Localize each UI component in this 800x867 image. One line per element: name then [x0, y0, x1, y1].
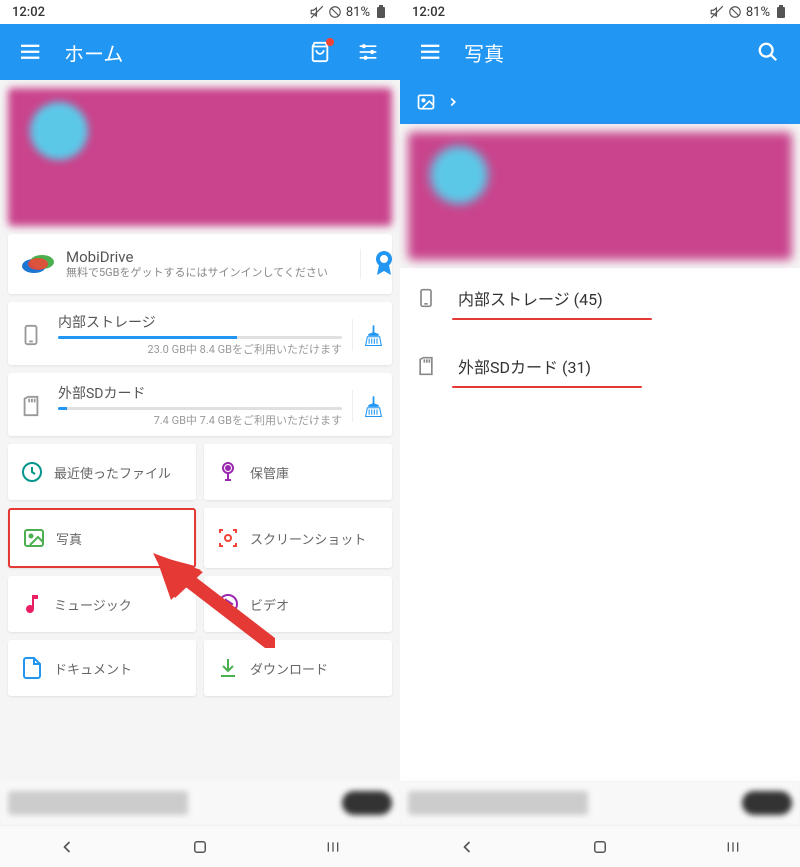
annotation-underline — [452, 318, 652, 320]
search-button[interactable] — [744, 28, 792, 76]
nav-bar — [0, 825, 400, 867]
grid-music[interactable]: ミュージック — [8, 576, 196, 632]
external-title: 外部SDカード — [58, 383, 342, 403]
phone-icon — [20, 321, 48, 349]
award-icon — [360, 249, 384, 279]
video-icon — [216, 592, 240, 616]
status-time: 12:02 — [412, 5, 445, 20]
shop-button[interactable] — [296, 28, 344, 76]
status-time: 12:02 — [12, 5, 45, 20]
nav-bar — [400, 825, 800, 867]
menu-button[interactable] — [8, 28, 56, 76]
grid-recent[interactable]: 最近使ったファイル — [8, 444, 196, 500]
grid-screenshot[interactable]: スクリーンショット — [204, 508, 392, 568]
sd-icon — [416, 354, 440, 378]
status-icons: 81% — [310, 5, 388, 20]
battery-text: 81% — [346, 5, 370, 20]
status-icons: 81% — [710, 5, 788, 20]
no-signal-icon — [328, 5, 342, 19]
app-bar-photos: 写真 — [400, 24, 800, 80]
grid-download[interactable]: ダウンロード — [204, 640, 392, 696]
mute-icon — [310, 5, 324, 19]
phone-icon — [416, 286, 440, 310]
internal-storage-card[interactable]: 内部ストレージ 23.0 GB中 8.4 GBをご利用いただけます — [8, 302, 392, 365]
nav-back[interactable] — [37, 832, 97, 862]
internal-title: 内部ストレージ — [58, 312, 342, 332]
screenshot-icon — [216, 526, 240, 550]
screen-home: 12:02 81% ホーム — [0, 0, 400, 867]
battery-icon — [774, 5, 788, 19]
nav-recent[interactable] — [703, 832, 763, 862]
promo-banner[interactable] — [8, 88, 392, 226]
external-storage-card[interactable]: 外部SDカード 7.4 GB中 7.4 GBをご利用いただけます — [8, 373, 392, 436]
internal-detail: 23.0 GB中 8.4 GBをご利用いただけます — [58, 341, 342, 357]
music-icon — [20, 592, 44, 616]
external-detail: 7.4 GB中 7.4 GBをご利用いただけます — [58, 412, 342, 428]
vault-icon — [216, 460, 240, 484]
clean-icon[interactable] — [352, 319, 384, 351]
sd-icon — [20, 392, 48, 420]
status-bar: 12:02 81% — [400, 0, 800, 24]
page-title: ホーム — [56, 38, 296, 67]
menu-button[interactable] — [408, 28, 456, 76]
ad-banner[interactable] — [400, 781, 800, 825]
nav-home[interactable] — [170, 832, 230, 862]
breadcrumb — [400, 80, 800, 124]
image-icon — [22, 526, 46, 550]
nav-home[interactable] — [570, 832, 630, 862]
page-title: 写真 — [456, 38, 744, 67]
mobidrive-card[interactable]: MobiDrive 無料で5GBをゲットするにはサインインしてください — [8, 234, 392, 294]
ad-banner[interactable] — [0, 781, 400, 825]
mobidrive-title: MobiDrive — [66, 248, 346, 266]
grid-document[interactable]: ドキュメント — [8, 640, 196, 696]
screen-photos: 12:02 81% 写真 — [400, 0, 800, 867]
app-bar-home: ホーム — [0, 24, 400, 80]
no-signal-icon — [728, 5, 742, 19]
grid-photos[interactable]: 写真 — [8, 508, 196, 568]
document-icon — [20, 656, 44, 680]
nav-back[interactable] — [437, 832, 497, 862]
chevron-right-icon — [446, 95, 460, 109]
promo-banner[interactable] — [408, 132, 792, 260]
clean-icon[interactable] — [352, 390, 384, 422]
nav-recent[interactable] — [303, 832, 363, 862]
download-icon — [216, 656, 240, 680]
external-label: 外部SDカード (31) — [458, 354, 591, 378]
image-icon[interactable] — [414, 90, 438, 114]
clock-icon — [20, 460, 44, 484]
notification-dot — [326, 38, 334, 46]
battery-text: 81% — [746, 5, 770, 20]
settings-button[interactable] — [344, 28, 392, 76]
mobidrive-subtitle: 無料で5GBをゲットするにはサインインしてください — [66, 266, 346, 280]
grid-video[interactable]: ビデオ — [204, 576, 392, 632]
battery-icon — [374, 5, 388, 19]
mute-icon — [710, 5, 724, 19]
status-bar: 12:02 81% — [0, 0, 400, 24]
mobidrive-icon — [20, 246, 56, 282]
grid-vault[interactable]: 保管庫 — [204, 444, 392, 500]
internal-label: 内部ストレージ (45) — [458, 286, 603, 310]
